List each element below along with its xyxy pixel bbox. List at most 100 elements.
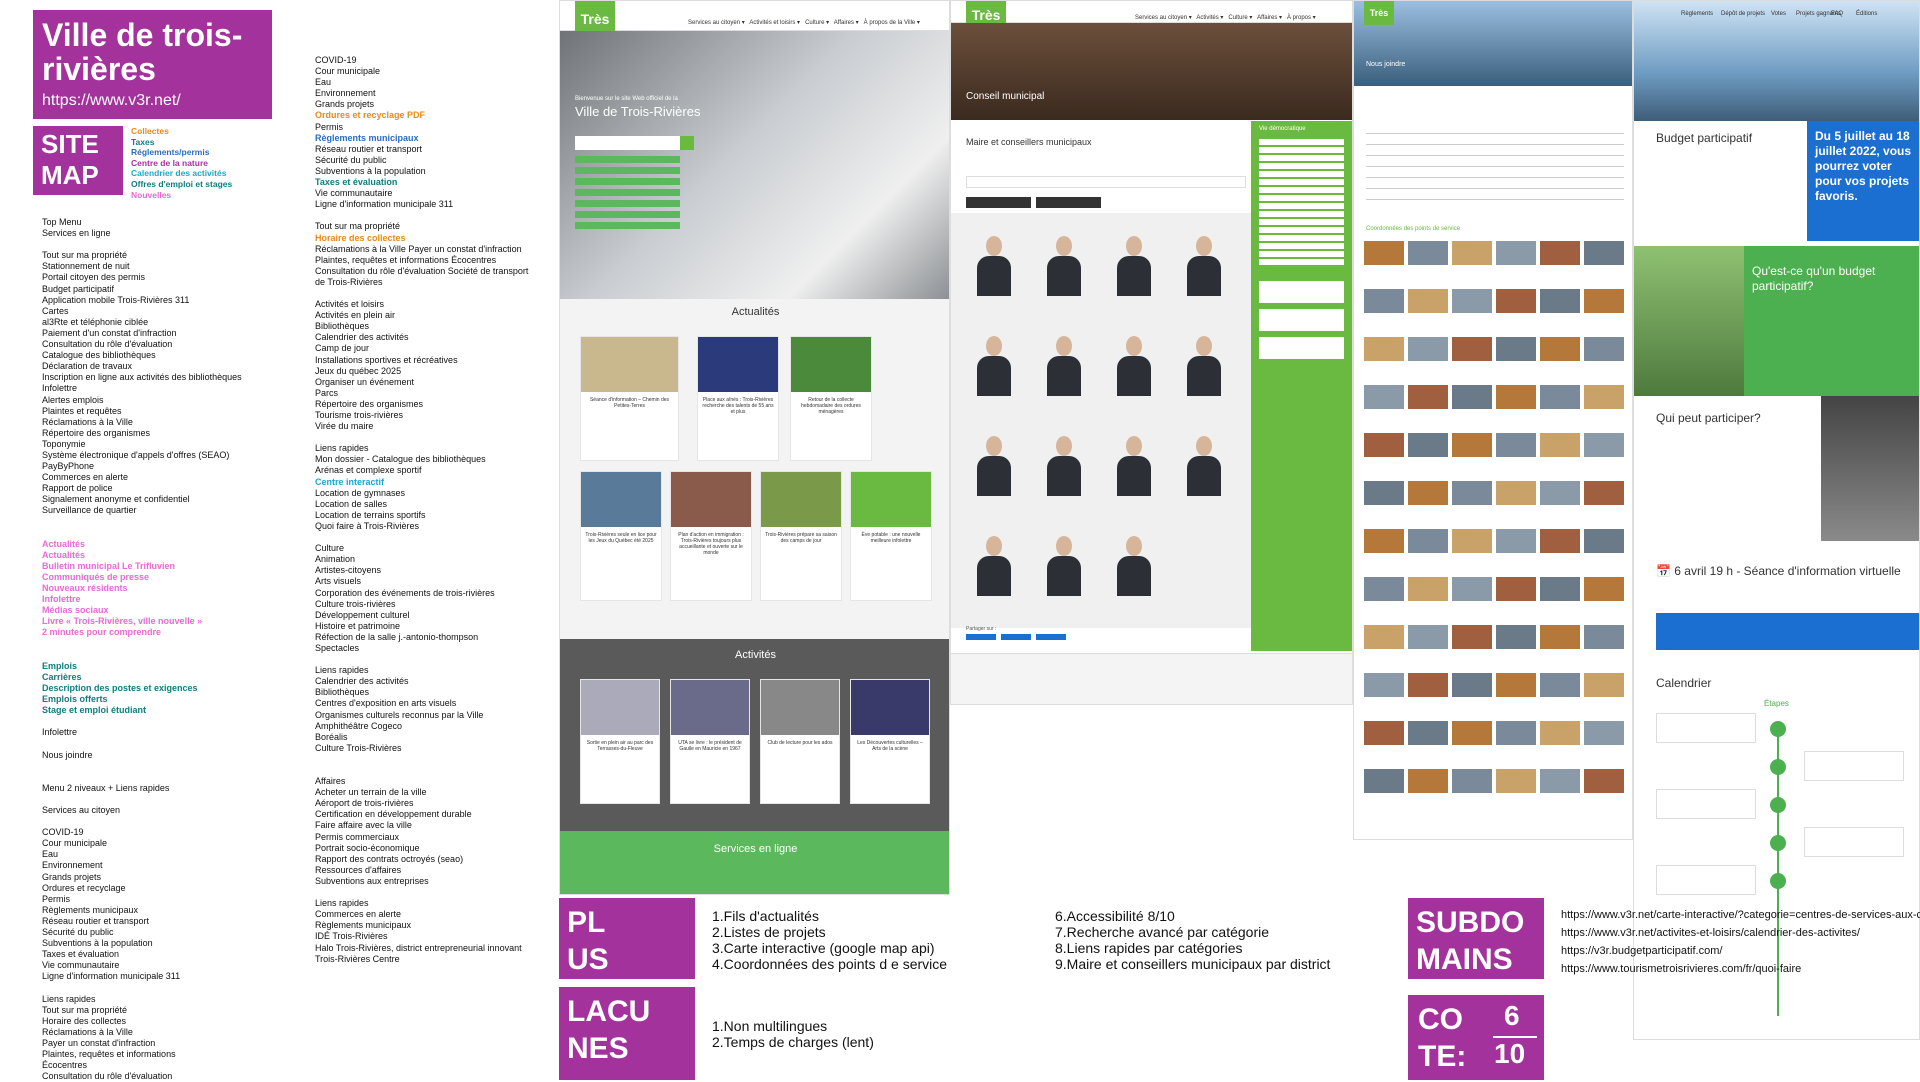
district-link[interactable]	[1259, 227, 1344, 233]
activity-box[interactable]	[1259, 337, 1344, 359]
activity-box[interactable]	[1259, 281, 1344, 303]
service-point-card[interactable]	[1540, 721, 1580, 765]
sitemap-link[interactable]: Carrières	[42, 672, 242, 683]
sitemap-link[interactable]: al3Rte et téléphonie ciblée	[42, 317, 242, 328]
sitemap-link[interactable]: Bulletin municipal Le Trifluvien	[42, 561, 242, 572]
service-point-card[interactable]	[1540, 289, 1580, 333]
district-link[interactable]	[1259, 195, 1344, 201]
budget-nav-item[interactable]: FAQ	[1831, 11, 1843, 17]
service-point-card[interactable]	[1584, 289, 1624, 333]
district-link[interactable]	[1259, 163, 1344, 169]
sitemap-link[interactable]: Camp de jour	[315, 343, 528, 354]
sitemap-link[interactable]: Ligne d'information municipale 311	[42, 971, 242, 982]
sitemap-link[interactable]: Actualités	[42, 550, 242, 561]
sitemap-link[interactable]: Eau	[315, 77, 528, 88]
activity-card[interactable]: Club de lecture pour les ados	[760, 679, 840, 804]
district-link[interactable]	[1259, 147, 1344, 153]
contact-row[interactable]	[1366, 166, 1624, 167]
sitemap-link[interactable]: Calendrier des activités	[315, 676, 528, 687]
sitemap-link[interactable]: Stage et emploi étudiant	[42, 705, 242, 716]
service-point-card[interactable]	[1408, 625, 1448, 669]
sitemap-link[interactable]: Environnement	[315, 88, 528, 99]
twitter-icon[interactable]	[1001, 634, 1031, 640]
facebook-icon[interactable]	[966, 634, 996, 640]
service-point-card[interactable]	[1540, 385, 1580, 429]
service-point-card[interactable]	[1496, 529, 1536, 573]
district-link[interactable]	[1259, 211, 1344, 217]
district-link[interactable]	[1259, 251, 1344, 257]
sitemap-link[interactable]: Nous joindre	[42, 750, 242, 761]
sitemap-link[interactable]: Commerces en alerte	[42, 472, 242, 483]
service-point-card[interactable]	[1364, 529, 1404, 573]
sitemap-link[interactable]: Services en ligne	[42, 228, 242, 239]
sitemap-link[interactable]: Consultation du rôle d'évaluation	[42, 339, 242, 350]
quick-link[interactable]	[575, 156, 680, 163]
sitemap-link[interactable]: Subventions à la population	[315, 166, 528, 177]
sitemap-link[interactable]: Infolettre	[42, 383, 242, 394]
contact-row[interactable]	[1366, 199, 1624, 200]
sitemap-link[interactable]: Réclamations à la Ville Payer un constat…	[315, 244, 528, 255]
service-point-card[interactable]	[1452, 673, 1492, 717]
service-point-card[interactable]	[1452, 241, 1492, 285]
sitemap-link[interactable]: Virée du maire	[315, 421, 528, 432]
sitemap-link[interactable]: COVID-19	[42, 827, 242, 838]
sitemap-link[interactable]: Calendrier des activités	[315, 332, 528, 343]
sitemap-link[interactable]: Catalogue des bibliothèques	[42, 350, 242, 361]
sitemap-link[interactable]: Cartes	[42, 306, 242, 317]
service-point-card[interactable]	[1408, 241, 1448, 285]
council-member-photo[interactable]	[1111, 528, 1157, 598]
service-point-card[interactable]	[1452, 625, 1492, 669]
service-point-card[interactable]	[1584, 577, 1624, 621]
contact-row[interactable]	[1366, 155, 1624, 156]
sitemap-link[interactable]: Budget participatif	[42, 284, 242, 295]
service-point-card[interactable]	[1584, 673, 1624, 717]
council-member-photo[interactable]	[1041, 428, 1087, 498]
service-point-card[interactable]	[1540, 337, 1580, 381]
sitemap-link[interactable]: Services au citoyen	[42, 805, 242, 816]
sitemap-link[interactable]: Inscription en ligne aux activités des b…	[42, 372, 242, 383]
sitemap-link[interactable]: Tourisme trois-rivières	[315, 410, 528, 421]
sitemap-link[interactable]: Description des postes et exigences	[42, 683, 242, 694]
news-card[interactable]: Trois-Rivières prépare sa saison des cam…	[760, 471, 842, 601]
sitemap-link[interactable]: Rapport des contrats octroyés (seao)	[315, 854, 528, 865]
sitemap-link[interactable]: Subventions aux entreprises	[315, 876, 528, 887]
service-point-card[interactable]	[1584, 529, 1624, 573]
service-point-card[interactable]	[1364, 625, 1404, 669]
council-member-photo[interactable]	[1181, 328, 1227, 398]
sitemap-link[interactable]: Liens rapides	[42, 994, 242, 1005]
service-point-card[interactable]	[1408, 721, 1448, 765]
contact-row[interactable]	[1366, 144, 1624, 145]
sitemap-link[interactable]: Ressources d'affaires	[315, 865, 528, 876]
sitemap-link[interactable]: Tout sur ma propriété	[42, 1005, 242, 1016]
news-card[interactable]: Place aux aînés : Trois-Rivières recherc…	[697, 336, 779, 461]
sitemap-link[interactable]: Culture	[315, 543, 528, 554]
council-member-photo[interactable]	[971, 228, 1017, 298]
district-link[interactable]	[1259, 171, 1344, 177]
budget-nav-item[interactable]: Dépôt de projets	[1721, 11, 1765, 17]
district-link[interactable]	[1259, 187, 1344, 193]
sitemap-link[interactable]: Artistes-citoyens	[315, 565, 528, 576]
activity-card[interactable]: Les Découvertes culturelles – Arts de la…	[850, 679, 930, 804]
sitemap-link[interactable]: Activités et loisirs	[315, 299, 528, 310]
sitemap-link[interactable]: Boréalis	[315, 732, 528, 743]
sitemap-link[interactable]: PayByPhone	[42, 461, 242, 472]
budget-nav-item[interactable]: Règlements	[1681, 11, 1713, 17]
council-button[interactable]	[1036, 197, 1101, 208]
sitemap-link[interactable]: Emplois	[42, 661, 242, 672]
sitemap-link[interactable]: Réclamations à la Ville	[42, 417, 242, 428]
service-point-card[interactable]	[1364, 673, 1404, 717]
service-point-card[interactable]	[1452, 769, 1492, 813]
sitemap-link[interactable]: Location de gymnases	[315, 488, 528, 499]
sitemap-link[interactable]: Rapport de police	[42, 483, 242, 494]
district-link[interactable]	[1259, 155, 1344, 161]
service-point-card[interactable]	[1496, 577, 1536, 621]
service-point-card[interactable]	[1364, 433, 1404, 477]
sitemap-link[interactable]: Jeux du québec 2025	[315, 366, 528, 377]
service-point-card[interactable]	[1496, 385, 1536, 429]
sitemap-link[interactable]: Acheter un terrain de la ville	[315, 787, 528, 798]
sitemap-link[interactable]: Cour municipale	[315, 66, 528, 77]
sitemap-link[interactable]: Arénas et complexe sportif	[315, 465, 528, 476]
news-card[interactable]: Séance d'information – Chemin des Petite…	[580, 336, 679, 461]
sitemap-link[interactable]: Actualités	[42, 539, 242, 550]
main-nav[interactable]: Services au citoyen ▾ Activités et loisi…	[688, 19, 920, 26]
